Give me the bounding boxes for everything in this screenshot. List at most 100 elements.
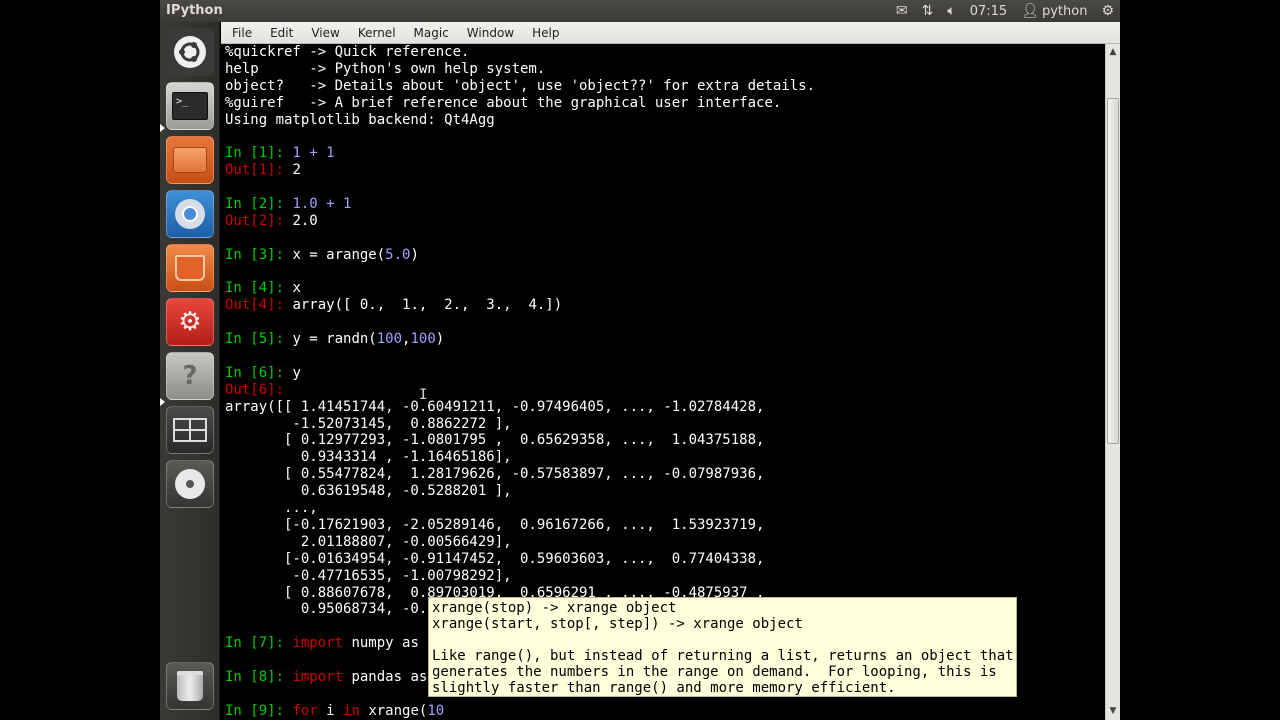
app-title: IPython — [166, 3, 223, 18]
terminal-icon[interactable]: >_ — [166, 82, 214, 130]
menu-kernel[interactable]: Kernel — [349, 26, 405, 40]
intro-line: help -> Python's own help system. — [225, 60, 546, 77]
input-line: In [3]: x = arange(5.0) — [225, 247, 1105, 264]
in-prompt: In [2]: — [225, 196, 293, 213]
calltip-tooltip: xrange(stop) -> xrange object xrange(sta… — [428, 597, 1017, 697]
intro-line: object? -> Details about 'object', use '… — [225, 77, 816, 94]
trash-icon[interactable] — [166, 662, 214, 710]
volume-icon[interactable]: 🔈︎ — [947, 2, 955, 20]
input-number: 100 — [410, 331, 436, 348]
input-code: ) — [435, 331, 445, 348]
output-line: Out[4]: array([ 0., 1., 2., 3., 4.]) — [225, 297, 1105, 314]
output-value: 2.0 — [292, 212, 318, 229]
keyword: import — [292, 635, 344, 652]
intro-line: %quickref -> Quick reference. — [225, 44, 470, 60]
dvd-icon[interactable] — [166, 460, 214, 508]
files-icon[interactable] — [166, 136, 214, 184]
out-prompt: Out[6]: — [225, 381, 293, 398]
input-line: In [5]: y = randn(100,100) — [225, 331, 1105, 348]
top-panel: IPython ✉ ⇅ 🔈︎ 07:15 👤︎ python ⚙ — [160, 0, 1120, 22]
user-menu[interactable]: 👤︎ python — [1021, 2, 1087, 20]
in-prompt: In [9]: — [225, 702, 293, 719]
input-line: In [4]: x — [225, 280, 1105, 297]
input-number: 5.0 — [385, 246, 411, 263]
input-line: In [1]: 1 + 1 — [225, 145, 1105, 162]
array-output-line: [ 0.12977293, -1.0801795 , 0.65629358, .… — [225, 432, 765, 449]
menubar: File Edit View Kernel Magic Window Help — [221, 22, 1120, 44]
ubuntu-logo-icon[interactable] — [166, 28, 214, 76]
menu-window[interactable]: Window — [458, 26, 523, 40]
tooltip-line: slightly faster than range() and more me… — [432, 680, 896, 696]
input-line: In [2]: 1.0 + 1 — [225, 196, 1105, 213]
array-output-line: 0.63619548, -0.5288201 ], — [225, 483, 512, 500]
menu-help[interactable]: Help — [523, 26, 568, 40]
keyword: import — [292, 668, 344, 685]
array-output-line: ..., — [225, 500, 318, 517]
settings-icon[interactable]: ⚙ — [166, 298, 214, 346]
intro-line: Using matplotlib backend: Qt4Agg — [225, 111, 495, 128]
user-icon: 👤︎ — [1021, 3, 1039, 19]
vertical-scrollbar[interactable]: ▲ ▼ — [1105, 44, 1120, 720]
mail-icon[interactable]: ✉ — [896, 2, 908, 20]
array-output-line: -0.47716535, -1.00798292], — [225, 567, 512, 584]
array-output-line: 2.01188807, -0.00566429], — [225, 533, 512, 550]
input-code: pandas as — [343, 668, 428, 685]
scroll-up-arrow-icon[interactable]: ▲ — [1108, 47, 1118, 57]
tooltip-line: xrange(stop) -> xrange object — [432, 600, 677, 616]
array-output-line: [-0.01634954, -0.91147452, 0.59603603, .… — [225, 550, 765, 567]
input-code: 1 + 1 — [292, 145, 335, 162]
intro-line: %guiref -> A brief reference about the g… — [225, 94, 782, 111]
input-number: 100 — [376, 331, 403, 348]
current-input-line[interactable]: In [9]: for i in xrange(10 — [225, 703, 1105, 720]
in-prompt: In [1]: — [225, 145, 293, 162]
in-prompt: In [6]: — [225, 364, 293, 381]
tooltip-line — [432, 632, 1013, 648]
panel-indicators: ✉ ⇅ 🔈︎ 07:15 👤︎ python ⚙ — [896, 2, 1114, 20]
input-code: y = randn( — [292, 331, 377, 348]
launcher: >_ ⚙ ? — [160, 22, 220, 720]
input-code: ) — [410, 246, 419, 263]
chromium-icon[interactable] — [166, 190, 214, 238]
input-code: xrange( — [359, 702, 428, 719]
output-line: Out[1]: 2 — [225, 162, 1105, 179]
tooltip-line: Like range(), but instead of returning a… — [432, 648, 1014, 664]
in-prompt: In [7]: — [225, 635, 293, 652]
input-code: x = arange( — [292, 246, 386, 263]
array-output-line: [ 0.55477824, 1.28179626, -0.57583897, .… — [225, 466, 765, 483]
menu-edit[interactable]: Edit — [261, 26, 302, 40]
input-code: numpy as — [343, 635, 419, 652]
out-prompt: Out[1]: — [225, 162, 293, 179]
input-code: y — [292, 364, 301, 381]
in-prompt: In [4]: — [225, 280, 293, 297]
output-value: 2 — [292, 162, 301, 179]
user-name: python — [1041, 3, 1088, 19]
output-line: Out[2]: 2.0 — [225, 213, 1105, 230]
input-number: 10 — [427, 702, 445, 719]
array-output-line: 0.9343314 , -1.16465186], — [225, 449, 512, 466]
in-prompt: In [5]: — [225, 331, 293, 348]
array-output-line: [-0.17621903, -2.05289146, 0.96167266, .… — [225, 516, 765, 533]
output-line: Out[6]: — [225, 382, 1105, 399]
scrollbar-thumb[interactable] — [1107, 98, 1119, 444]
input-code: 1.0 + 1 — [292, 196, 352, 213]
clock[interactable]: 07:15 — [970, 4, 1007, 19]
keyword: for — [292, 702, 318, 719]
in-prompt: In [8]: — [225, 668, 293, 685]
menu-file[interactable]: File — [221, 26, 261, 40]
software-center-icon[interactable] — [166, 244, 214, 292]
workspaces-icon[interactable] — [166, 406, 214, 454]
scroll-down-arrow-icon[interactable]: ▼ — [1108, 706, 1118, 716]
out-prompt: Out[4]: — [225, 297, 293, 314]
input-code: i — [317, 702, 344, 719]
input-code: x — [292, 280, 301, 297]
text-cursor-icon: I — [419, 387, 428, 403]
network-icon[interactable]: ⇅ — [922, 2, 934, 20]
power-gear-icon[interactable]: ⚙ — [1101, 2, 1114, 20]
keyword: in — [343, 702, 360, 719]
input-line: In [6]: y — [225, 365, 1105, 382]
help-icon[interactable]: ? — [166, 352, 214, 400]
menu-magic[interactable]: Magic — [405, 26, 458, 40]
in-prompt: In [3]: — [225, 246, 293, 263]
menu-view[interactable]: View — [302, 26, 348, 40]
output-value: array([ 0., 1., 2., 3., 4.]) — [292, 297, 563, 314]
